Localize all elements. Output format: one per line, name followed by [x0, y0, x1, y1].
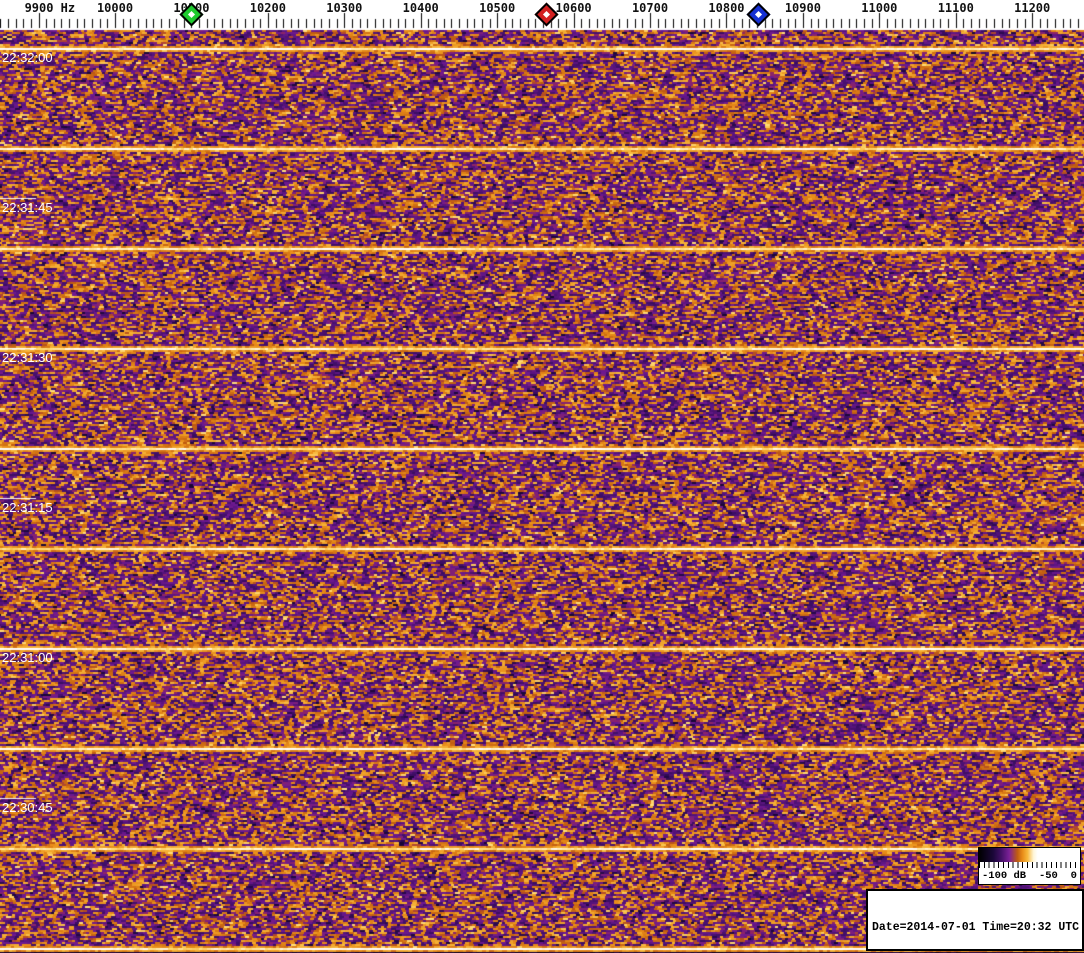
- marker-red-center-dot: [543, 10, 551, 19]
- colorbar-labels: -100 dB -50 0: [979, 868, 1080, 883]
- freq-tick-label: 10000: [96, 1, 134, 15]
- freq-tick-label: 11000: [861, 1, 898, 15]
- freq-tick-label: 9900 Hz: [24, 1, 76, 15]
- colorbar-label-mid: -50: [1038, 869, 1058, 882]
- spectrogram-canvas: [0, 0, 1084, 953]
- colorbar-label-min: -100 dB: [982, 869, 1027, 882]
- marker-blue-center-dot: [755, 10, 763, 19]
- freq-tick-label: 10500: [479, 1, 516, 15]
- spectrogram-window: 9900 Hz100001010010200103001040010500106…: [0, 0, 1084, 953]
- marker-green-center-dot: [187, 10, 195, 19]
- info-line-date: Date=2014-07-01 Time=20:32 UTC: [872, 921, 1080, 934]
- freq-tick-label: 10600: [555, 1, 592, 15]
- time-label: 22:32:00: [2, 50, 53, 65]
- db-colorbar: -100 dB -50 0: [978, 847, 1081, 885]
- time-label: 22:31:15: [2, 500, 53, 515]
- freq-tick-label: 10200: [249, 1, 286, 15]
- freq-tick-label: 10400: [402, 1, 439, 15]
- freq-tick-label: 11100: [937, 1, 974, 15]
- freq-tick-label: 10300: [326, 1, 363, 15]
- time-label: 22:30:45: [2, 800, 53, 815]
- time-label: 22:31:45: [2, 200, 53, 215]
- freq-tick-label: 11200: [1014, 1, 1051, 15]
- freq-tick-label: 10800: [708, 1, 745, 15]
- time-label: 22:31:00: [2, 650, 53, 665]
- freq-tick-label: 10700: [631, 1, 669, 15]
- observation-info-box: Date=2014-07-01 Time=20:32 UTC Freq=143 …: [866, 889, 1084, 951]
- time-label: 22:31:30: [2, 350, 53, 365]
- colorbar-label-max: 0: [1070, 869, 1077, 882]
- freq-tick-label: 10900: [784, 1, 821, 15]
- colorbar-gradient: [979, 848, 1080, 862]
